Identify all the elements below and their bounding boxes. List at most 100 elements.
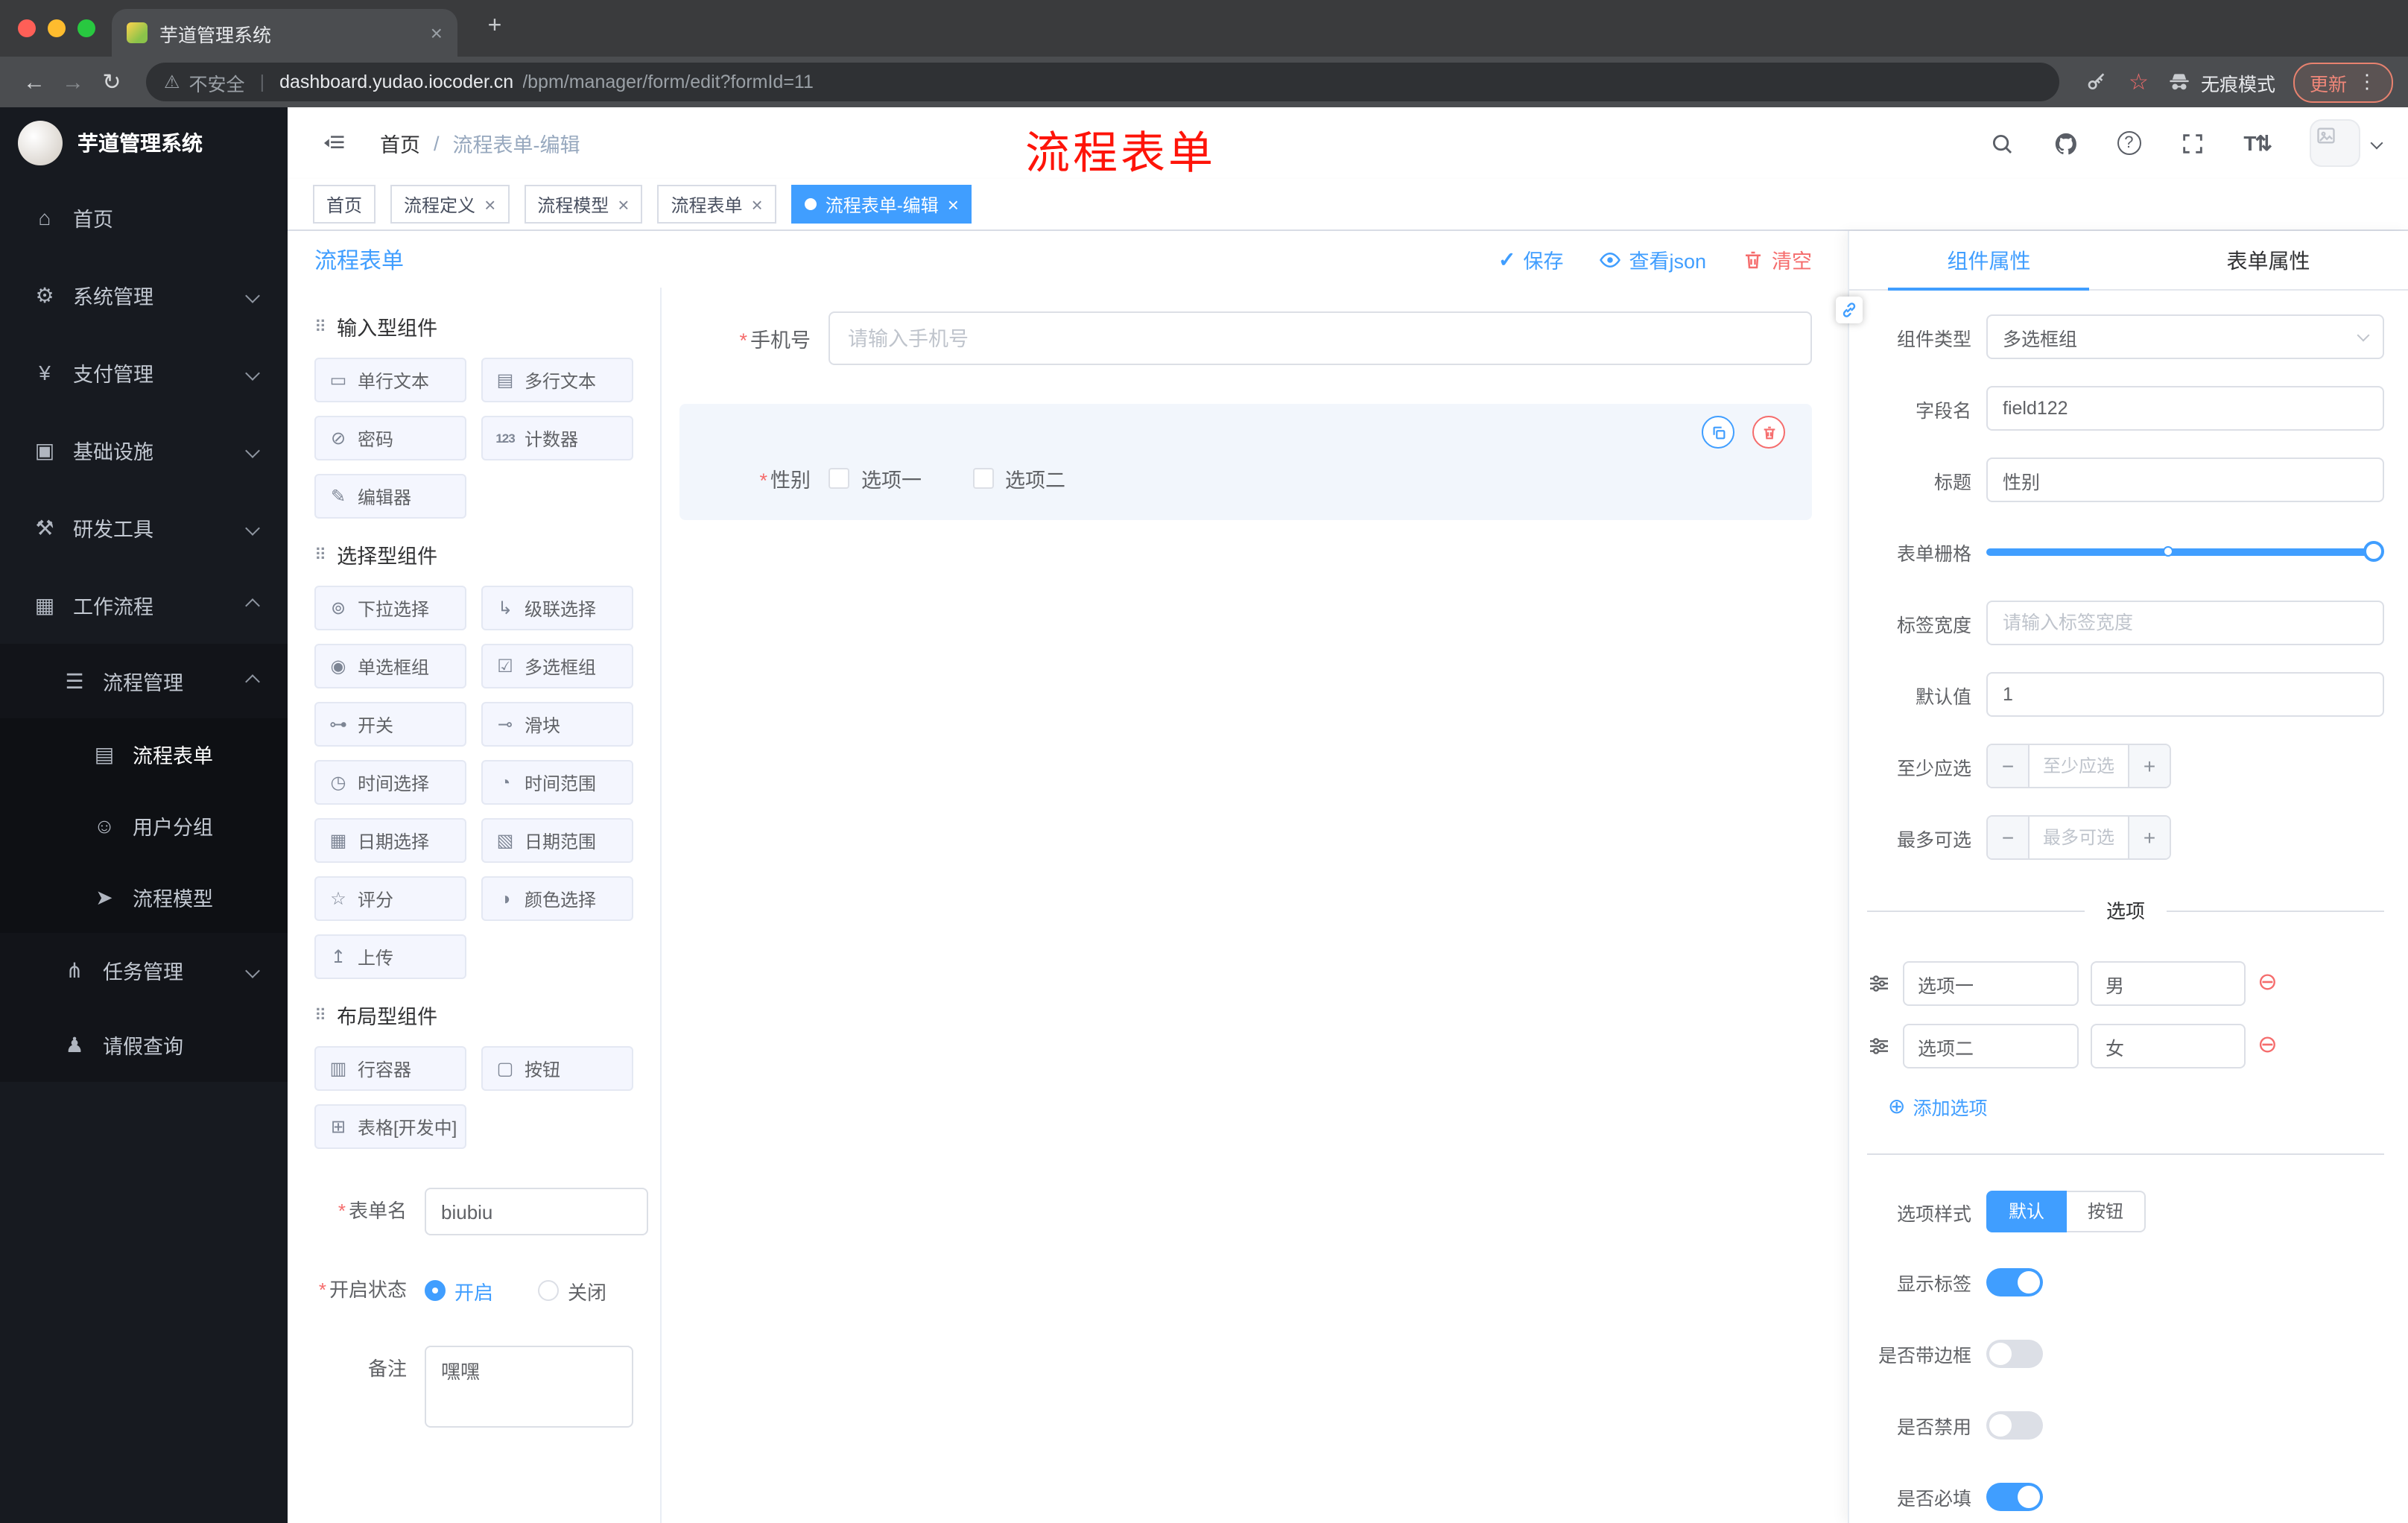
close-icon[interactable]: × [484, 193, 495, 215]
user-avatar[interactable] [2310, 119, 2360, 167]
form-name-input[interactable] [425, 1188, 648, 1235]
palette-item-slider[interactable]: ⊸ 滑块 [481, 702, 633, 747]
new-tab-button[interactable]: + [480, 13, 510, 40]
close-icon[interactable]: × [752, 193, 763, 215]
palette-item-checkbox-group[interactable]: ☑ 多选框组 [481, 644, 633, 688]
tab-form-props[interactable]: 表单属性 [2129, 231, 2408, 289]
palette-item-time-picker[interactable]: ◷ 时间选择 [314, 760, 466, 805]
palette-item-cascader[interactable]: ↳ 级联选择 [481, 586, 633, 630]
reload-button[interactable]: ↻ [92, 69, 131, 95]
checkbox[interactable] [972, 468, 993, 489]
palette-item-color-picker[interactable]: ◑ 颜色选择 [481, 876, 633, 921]
palette-item-editor[interactable]: ✎ 编辑器 [314, 474, 466, 519]
status-off-radio[interactable]: 关闭 [538, 1276, 606, 1305]
link-button[interactable] [1836, 297, 1863, 323]
browser-tab[interactable]: 芋道管理系统 × [112, 9, 457, 57]
forward-button[interactable]: → [54, 69, 92, 95]
sidebar-item-process-management[interactable]: ☰ 流程管理 [0, 644, 288, 718]
canvas-field-phone[interactable]: * 手机号 [679, 311, 1812, 365]
copy-component-button[interactable] [1702, 416, 1734, 449]
sidebar-item-task-management[interactable]: ⋔ 任务管理 [0, 933, 288, 1007]
sidebar-item-workflow[interactable]: ▦ 工作流程 [0, 566, 288, 644]
sidebar-item-user-group[interactable]: ☺ 用户分组 [0, 790, 288, 861]
github-icon[interactable] [2053, 130, 2078, 156]
palette-item-button[interactable]: ▢ 按钮 [481, 1046, 633, 1091]
remove-option-icon[interactable]: ⊖ [2258, 1033, 2278, 1058]
palette-item-single-line-text[interactable]: ▭ 单行文本 [314, 358, 466, 402]
palette-item-date-range[interactable]: ▧ 日期范围 [481, 818, 633, 863]
palette-item-password[interactable]: ⊘ 密码 [314, 416, 466, 460]
tab-close-icon[interactable]: × [431, 21, 443, 45]
palette-item-rate[interactable]: ☆ 评分 [314, 876, 466, 921]
style-default-button[interactable]: 默认 [1986, 1191, 2068, 1232]
palette-item-counter[interactable]: 123 计数器 [481, 416, 633, 460]
max-select-input[interactable] [2030, 817, 2128, 858]
default-value-input[interactable] [1986, 672, 2384, 717]
increase-button[interactable]: + [2128, 817, 2170, 858]
tag-process-model[interactable]: 流程模型 × [524, 185, 643, 224]
slider-handle[interactable] [2363, 541, 2384, 562]
gender-option-2[interactable]: 选项二 [972, 463, 1065, 493]
delete-component-button[interactable] [1752, 416, 1785, 449]
palette-item-upload[interactable]: ↥ 上传 [314, 934, 466, 979]
option-value-input[interactable] [2091, 961, 2246, 1006]
sidebar-collapse-button[interactable] [320, 130, 347, 156]
tune-drag-icon[interactable] [1867, 1034, 1891, 1058]
view-json-button[interactable]: 查看json [1599, 244, 1706, 274]
style-button-button[interactable]: 按钮 [2067, 1191, 2146, 1232]
label-width-input[interactable] [1986, 601, 2384, 645]
breadcrumb-home[interactable]: 首页 [380, 128, 420, 158]
checkbox[interactable] [828, 468, 849, 489]
window-minimize-button[interactable] [48, 19, 66, 37]
sidebar-item-leave-query[interactable]: ♟ 请假查询 [0, 1007, 288, 1082]
sidebar-item-process-model[interactable]: ➤ 流程模型 [0, 861, 288, 933]
palette-item-date-picker[interactable]: ▦ 日期选择 [314, 818, 466, 863]
window-close-button[interactable] [18, 19, 36, 37]
increase-button[interactable]: + [2128, 745, 2170, 787]
option-value-input[interactable] [2091, 1024, 2246, 1068]
tag-process-definition[interactable]: 流程定义 × [390, 185, 510, 224]
form-grid-slider[interactable] [1986, 529, 2384, 574]
add-option-button[interactable]: ⊕ 添加选项 [1888, 1092, 1988, 1121]
help-icon[interactable]: ? [2117, 131, 2141, 155]
phone-input[interactable] [828, 311, 1812, 365]
sidebar-item-infrastructure[interactable]: ▣ 基础设施 [0, 411, 288, 489]
gender-option-1[interactable]: 选项一 [828, 463, 922, 493]
user-menu[interactable] [2310, 119, 2383, 167]
sidebar-item-devtools[interactable]: ⚒ 研发工具 [0, 489, 288, 566]
component-type-select[interactable]: 多选框组 [1986, 314, 2384, 359]
palette-item-radio-group[interactable]: ◉ 单选框组 [314, 644, 466, 688]
slider-track[interactable] [1986, 541, 2384, 562]
font-size-icon[interactable]: T⇅ [2243, 130, 2272, 156]
palette-item-select[interactable]: ⊚ 下拉选择 [314, 586, 466, 630]
tag-home[interactable]: 首页 [313, 185, 376, 224]
sidebar-item-system-management[interactable]: ⚙ 系统管理 [0, 256, 288, 334]
title-input[interactable] [1986, 457, 2384, 502]
save-button[interactable]: ✓ 保存 [1498, 244, 1563, 274]
option-label-input[interactable] [1903, 1024, 2079, 1068]
fullscreen-icon[interactable] [2179, 130, 2205, 156]
palette-item-switch[interactable]: ⊶ 开关 [314, 702, 466, 747]
back-button[interactable]: ← [15, 69, 54, 95]
palette-item-time-range[interactable]: ◔ 时间范围 [481, 760, 633, 805]
address-bar[interactable]: ⚠ 不安全 | dashboard.yudao.iocoder.cn /bpm/… [146, 63, 2059, 101]
clear-button[interactable]: 清空 [1742, 244, 1812, 274]
close-icon[interactable]: × [948, 193, 959, 215]
disabled-switch[interactable] [1986, 1411, 2043, 1440]
palette-item-table[interactable]: ⊞ 表格[开发中] [314, 1104, 466, 1149]
tag-process-form-edit[interactable]: 流程表单-编辑 × [790, 185, 972, 224]
tune-drag-icon[interactable] [1867, 972, 1891, 995]
canvas-field-gender-selected[interactable]: * 性别 选项一 选项二 [679, 404, 1812, 520]
sidebar-item-home[interactable]: ⌂ 首页 [0, 179, 288, 256]
required-switch[interactable] [1986, 1483, 2043, 1511]
sidebar-item-payment-management[interactable]: ¥ 支付管理 [0, 334, 288, 411]
password-key-icon[interactable] [2084, 70, 2108, 94]
form-remark-textarea[interactable]: 嘿嘿 [425, 1346, 633, 1428]
option-label-input[interactable] [1903, 961, 2079, 1006]
window-zoom-button[interactable] [77, 19, 95, 37]
with-border-switch[interactable] [1986, 1340, 2043, 1368]
tab-component-props[interactable]: 组件属性 [1849, 231, 2129, 291]
min-select-input[interactable] [2030, 745, 2128, 787]
palette-item-multi-line-text[interactable]: ▤ 多行文本 [481, 358, 633, 402]
status-on-radio[interactable]: 开启 [425, 1276, 493, 1305]
